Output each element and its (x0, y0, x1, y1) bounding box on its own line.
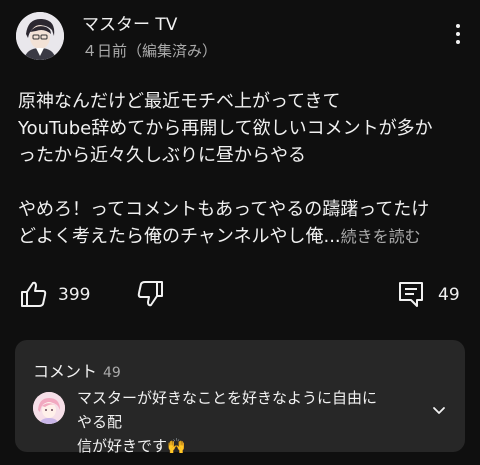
comments-count: 49 (103, 365, 121, 381)
post-text: 原神なんだけど最近モチベ上がってきて YouTube辞めてから再開して欲しいコメ… (18, 88, 468, 250)
dislike-button[interactable] (136, 279, 166, 309)
comments-title: コメント (33, 362, 98, 381)
comment-line: マスターが好きなことを好きなように自由にやる配 (77, 389, 378, 431)
commenter-avatar[interactable] (33, 392, 65, 424)
comment-line: 信が好きです🙌 (77, 437, 186, 455)
ellipsis: ... (323, 226, 341, 247)
comments-header: コメント 49 (33, 358, 121, 382)
more-vert-icon (456, 24, 460, 28)
like-count: 399 (58, 285, 91, 305)
expand-comments-button[interactable] (429, 403, 449, 419)
post-line: やめろ！ってコメントもあってやるの躊躇ってたけ (18, 199, 430, 220)
post-header: マスター TV ４日前（編集済み） (0, 0, 480, 70)
comment-count: 49 (438, 285, 460, 305)
post-actions: 399 49 (0, 275, 480, 315)
like-button[interactable] (18, 279, 48, 309)
post-timestamp: ４日前（編集済み） (82, 42, 218, 60)
channel-name[interactable]: マスター TV (82, 10, 177, 35)
top-comment-text: マスターが好きなことを好きなように自由にやる配 信が好きです🙌 (77, 386, 387, 458)
post-line: どよく考えたら俺のチャンネルやし俺 (18, 226, 324, 247)
post-line: ったから近々久しぶりに昼からやる (18, 145, 306, 166)
chevron-down-icon (433, 407, 445, 414)
thumbs-up-icon (21, 281, 47, 307)
channel-avatar[interactable] (16, 12, 64, 60)
comments-preview[interactable]: コメント 49 マスターが好きなことを好きなように自由にやる配 信が好きです🙌 (15, 340, 465, 455)
comments-button[interactable] (396, 279, 426, 309)
thumbs-down-icon (137, 281, 163, 307)
post-line: 原神なんだけど最近モチベ上がってきて (18, 91, 341, 112)
more-options-button[interactable] (448, 20, 468, 50)
read-more-link[interactable]: 続きを読む (341, 227, 421, 246)
post-line: YouTube辞めてから再開して欲しいコメントが多か (18, 118, 433, 139)
comment-icon (399, 282, 423, 307)
